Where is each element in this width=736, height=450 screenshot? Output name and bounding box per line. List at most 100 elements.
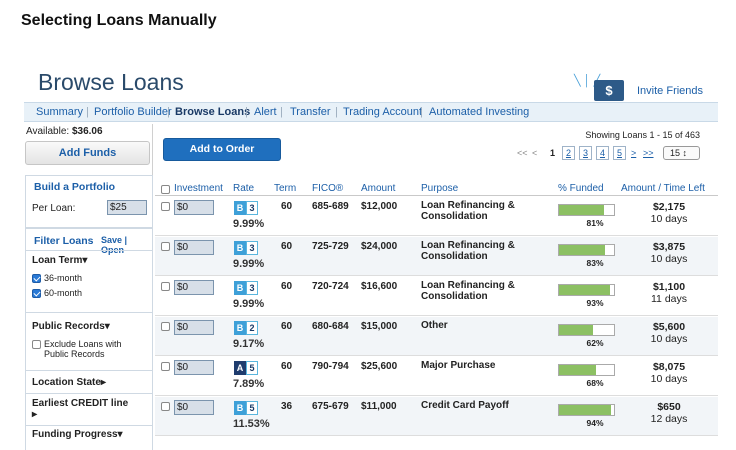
loan-purpose[interactable]: Loan Refinancing & Consolidation xyxy=(421,280,541,302)
grade-letter: B xyxy=(234,321,246,335)
col-purpose[interactable]: Purpose xyxy=(421,183,458,194)
grade-subgrade: 5 xyxy=(246,361,258,375)
row-select-checkbox[interactable] xyxy=(161,282,170,291)
per-loan-input[interactable]: $25 xyxy=(107,200,147,215)
table-row[interactable]: $0 A 5 7.89% 60 790-794 $25,600 Major Pu… xyxy=(155,357,718,396)
col-amount[interactable]: Amount xyxy=(361,183,395,194)
time-left: 10 days xyxy=(650,253,688,265)
add-funds-button[interactable]: Add Funds xyxy=(25,141,150,165)
table-header: Investment Rate Term FICO® Amount Purpos… xyxy=(155,182,718,196)
page-link-3[interactable]: 3 xyxy=(579,146,592,160)
term-60-option[interactable]: 60-month xyxy=(32,288,82,298)
location-state-toggle[interactable]: Location State▸ xyxy=(32,377,106,388)
select-all-checkbox[interactable] xyxy=(161,185,170,194)
loan-term: 36 xyxy=(281,401,293,412)
row-select-checkbox[interactable] xyxy=(161,362,170,371)
nav-separator: | xyxy=(280,106,283,118)
term-60-checkbox[interactable] xyxy=(32,289,41,298)
investment-input[interactable]: $0 xyxy=(174,400,214,415)
amount-left: $5,600 xyxy=(652,321,686,333)
time-left: 10 days xyxy=(650,333,688,345)
row-select-checkbox[interactable] xyxy=(161,322,170,331)
divider xyxy=(26,250,153,251)
nav-automated-investing[interactable]: Automated Investing xyxy=(429,106,529,118)
nav-transfer[interactable]: Transfer xyxy=(290,106,331,118)
loan-purpose[interactable]: Loan Refinancing & Consolidation xyxy=(421,240,541,262)
build-portfolio-title[interactable]: Build a Portfolio xyxy=(34,181,115,193)
term-36-option[interactable]: 36-month xyxy=(32,273,82,283)
term-36-checkbox[interactable] xyxy=(32,274,41,283)
page-link-2[interactable]: 2 xyxy=(562,146,575,160)
grade-subgrade: 3 xyxy=(246,281,258,295)
add-to-order-button[interactable]: Add to Order xyxy=(163,138,281,161)
row-select-checkbox[interactable] xyxy=(161,242,170,251)
grade-subgrade: 5 xyxy=(246,401,258,415)
first-page-link[interactable]: << xyxy=(517,148,528,158)
nav-separator: | xyxy=(335,106,338,118)
funded-progress-fill xyxy=(559,205,604,215)
table-row[interactable]: $0 B 3 9.99% 60 725-729 $24,000 Loan Ref… xyxy=(155,237,718,276)
row-select-checkbox[interactable] xyxy=(161,202,170,211)
investment-input[interactable]: $0 xyxy=(174,240,214,255)
loan-amount: $25,600 xyxy=(361,361,398,372)
exclude-public-records-option[interactable]: Exclude Loans with Public Records xyxy=(32,339,142,359)
loan-amount: $15,000 xyxy=(361,321,398,332)
page-title: Browse Loans xyxy=(38,69,184,95)
next-page-link[interactable]: > xyxy=(631,148,636,158)
amount-left: $3,875 xyxy=(652,241,686,253)
loan-purpose[interactable]: Major Purchase xyxy=(421,360,541,371)
nav-alert[interactable]: Alert xyxy=(254,106,277,118)
col-fico[interactable]: FICO® xyxy=(312,183,343,194)
loan-term: 60 xyxy=(281,281,293,292)
invite-friends-link[interactable]: ╲ │ ╱ $ Invite Friends xyxy=(572,74,707,104)
loan-purpose[interactable]: Other xyxy=(421,320,541,331)
investment-input[interactable]: $0 xyxy=(174,280,214,295)
save-open-links[interactable]: Save | Open xyxy=(101,235,152,255)
invite-friends-label: Invite Friends xyxy=(637,85,704,97)
public-records-toggle[interactable]: Public Records▾ xyxy=(32,321,110,332)
page-link-5[interactable]: 5 xyxy=(613,146,626,160)
nav-trading-account[interactable]: Trading Account xyxy=(343,106,422,118)
investment-input[interactable]: $0 xyxy=(174,200,214,215)
last-page-link[interactable]: >> xyxy=(643,148,654,158)
exclude-public-records-checkbox[interactable] xyxy=(32,340,41,349)
col-term[interactable]: Term xyxy=(274,183,296,194)
available-balance: Available: $36.06 xyxy=(26,126,103,137)
earliest-credit-line-toggle[interactable]: Earliest CREDIT line xyxy=(32,398,128,409)
per-page-select[interactable]: 15 ↕ xyxy=(663,146,700,160)
nav-summary[interactable]: Summary xyxy=(36,106,83,118)
funding-progress-toggle[interactable]: Funding Progress▾ xyxy=(32,429,123,440)
available-label: Available: xyxy=(26,126,70,137)
funded-percent: 94% xyxy=(586,418,604,428)
page-link-4[interactable]: 4 xyxy=(596,146,609,160)
table-row[interactable]: $0 B 3 9.99% 60 720-724 $16,600 Loan Ref… xyxy=(155,277,718,316)
prev-page-link[interactable]: < xyxy=(532,148,537,158)
fico-range: 790-794 xyxy=(312,361,349,372)
nav-browse-loans[interactable]: Browse Loans xyxy=(175,106,250,118)
col-rate[interactable]: Rate xyxy=(233,183,254,194)
investment-input[interactable]: $0 xyxy=(174,320,214,335)
funded-progress-bar xyxy=(558,204,615,216)
nav-separator: | xyxy=(420,106,423,118)
term-60-label: 60-month xyxy=(44,288,83,298)
funded-progress-bar xyxy=(558,284,615,296)
loan-purpose[interactable]: Credit Card Payoff xyxy=(421,400,541,411)
row-select-checkbox[interactable] xyxy=(161,402,170,411)
grade-letter: A xyxy=(234,361,246,375)
table-row[interactable]: $0 B 2 9.17% 60 680-684 $15,000 Other 62… xyxy=(155,317,718,356)
loan-grade-badge: A 5 xyxy=(234,361,258,375)
loan-grade-badge: B 2 xyxy=(234,321,258,335)
nav-portfolio-builder[interactable]: Portfolio Builder xyxy=(94,106,172,118)
loan-term-toggle[interactable]: Loan Term▾ xyxy=(32,255,87,266)
col-amount-time-left[interactable]: Amount / Time Left xyxy=(621,183,705,194)
investment-input[interactable]: $0 xyxy=(174,360,214,375)
col-funded[interactable]: % Funded xyxy=(558,183,604,194)
table-row[interactable]: $0 B 3 9.99% 60 685-689 $12,000 Loan Ref… xyxy=(155,197,718,236)
loan-purpose[interactable]: Loan Refinancing & Consolidation xyxy=(421,200,541,222)
loan-grade-badge: B 5 xyxy=(234,401,258,415)
time-left: 10 days xyxy=(650,373,688,385)
table-row[interactable]: $0 B 5 11.53% 36 675-679 $11,000 Credit … xyxy=(155,397,718,436)
col-investment[interactable]: Investment xyxy=(174,183,223,194)
grade-subgrade: 3 xyxy=(246,201,258,215)
divider xyxy=(26,393,153,394)
